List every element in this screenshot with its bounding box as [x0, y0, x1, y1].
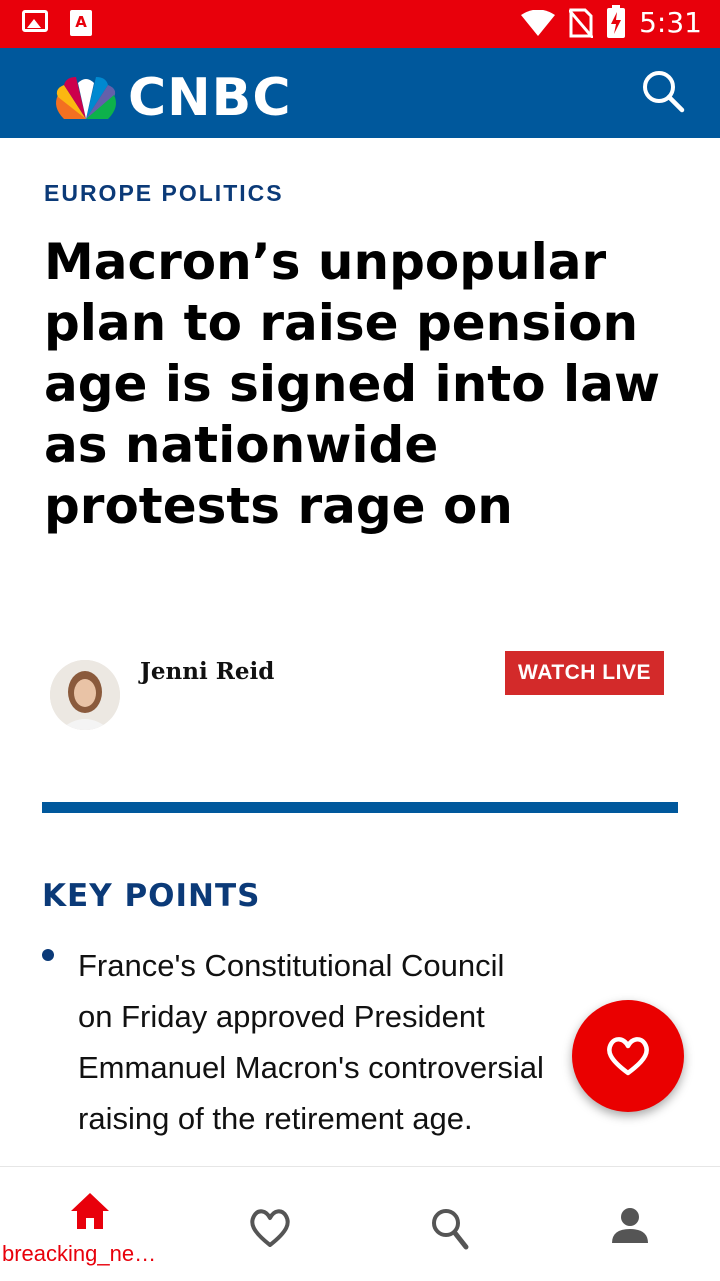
search-button[interactable] [640, 68, 686, 114]
wifi-icon [521, 9, 556, 36]
no-sim-icon [569, 8, 594, 38]
divider [42, 802, 678, 813]
search-icon [643, 71, 685, 113]
battery-charging-icon [607, 4, 626, 38]
status-bar-right: 5:31 [521, 4, 702, 39]
home-icon [71, 1193, 109, 1229]
key-point-line: on Friday approved President [78, 999, 485, 1034]
peacock-icon [56, 77, 116, 119]
watch-live-button[interactable]: WATCH LIVE [505, 651, 664, 695]
heart-icon [607, 1037, 649, 1076]
author-name[interactable]: Jenni Reid [140, 658, 274, 685]
key-point-line: Emmanuel Macron's controversial [78, 1050, 544, 1085]
key-point-line: raising of the retirement age. [78, 1101, 473, 1136]
app-a-icon: A [70, 10, 92, 36]
nav-item-favorites[interactable] [180, 1167, 360, 1281]
nav-item-home[interactable]: breacking_ne… [0, 1167, 180, 1281]
nav-item-search[interactable] [360, 1167, 540, 1281]
app-bar: CNBC [0, 48, 720, 138]
logo-text: CNBC [128, 68, 292, 128]
person-icon [612, 1208, 648, 1243]
bullet-icon [42, 949, 54, 961]
section-label[interactable]: EUROPE POLITICS [44, 180, 284, 207]
bottom-navigation: breacking_ne… [0, 1166, 720, 1281]
cnbc-logo[interactable]: CNBC [50, 68, 292, 128]
article-headline: Macron’s unpopular plan to raise pension… [44, 233, 661, 535]
nav-item-account[interactable] [540, 1167, 720, 1281]
nav-item-label: breacking_ne… [2, 1241, 157, 1266]
key-point-line: France's Constitutional Council [78, 948, 505, 983]
favorite-fab[interactable] [572, 1000, 684, 1112]
author-row: Jenni Reid WATCH LIVE [50, 650, 670, 740]
status-bar-left: A [22, 10, 92, 36]
clock: 5:31 [639, 6, 702, 39]
key-point-text: France's Constitutional Council on Frida… [78, 940, 638, 1144]
key-points-title: KEY POINTS [42, 878, 261, 914]
heart-outline-icon [250, 1209, 290, 1247]
image-icon [22, 10, 48, 32]
search-icon [432, 1209, 469, 1250]
author-avatar[interactable] [50, 660, 120, 730]
status-bar: A 5:31 [0, 0, 720, 48]
